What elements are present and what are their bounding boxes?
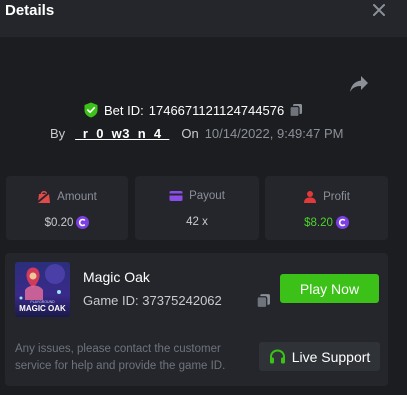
title-bar: Details <box>0 0 407 20</box>
share-icon[interactable] <box>349 75 369 93</box>
headset-icon <box>269 348 285 363</box>
payout-stat: Payout 42 x <box>135 176 259 240</box>
bet-id-row: Bet ID: 1746671121124744576 <box>84 101 303 119</box>
game-name: Magic Oak <box>83 269 150 285</box>
profit-label: Profit <box>323 191 350 203</box>
profit-value: $8.20 <box>304 216 333 229</box>
amount-label: Amount <box>57 191 97 203</box>
on-label: On <box>181 125 199 141</box>
currency-coin-icon <box>335 216 349 229</box>
wallet-icon <box>169 191 183 201</box>
currency-coin-icon <box>76 216 90 229</box>
bet-meta-row: By _r_0_w3_n_4_ On 10/14/2022, 9:49:47 P… <box>50 125 343 141</box>
dialog-title: Details <box>5 2 55 19</box>
payout-value: 42 x <box>186 216 208 228</box>
bet-id-value: 1746671121124744576 <box>148 102 285 118</box>
close-icon[interactable] <box>371 2 387 18</box>
profit-stat: Profit $8.20 <box>265 176 388 240</box>
amount-stat: Amount $0.20 <box>6 176 128 240</box>
game-id: Game ID: 37375242062 <box>83 293 222 308</box>
game-thumbnail[interactable]: PLAYGROUND MAGIC OAK <box>15 262 70 317</box>
shield-check-icon <box>84 102 98 118</box>
thumb-title: MAGIC OAK <box>19 304 66 313</box>
copy-icon[interactable] <box>289 103 303 117</box>
copy-icon[interactable] <box>256 293 271 308</box>
live-support-button[interactable]: Live Support <box>259 342 380 371</box>
live-support-label: Live Support <box>291 348 371 365</box>
bag-icon <box>37 191 51 203</box>
bet-datetime: 10/14/2022, 9:49:47 PM <box>204 125 344 141</box>
amount-value: $0.20 <box>44 216 74 229</box>
play-now-button[interactable]: Play Now <box>280 274 379 303</box>
help-text: Any issues, please contact the customer … <box>15 343 226 372</box>
user-coin-icon <box>304 191 317 203</box>
username-link[interactable]: _r_0_w3_n_4_ <box>75 126 169 141</box>
bet-id-label: Bet ID: <box>104 102 144 118</box>
game-card: PLAYGROUND MAGIC OAK Magic Oak Game ID: … <box>5 253 388 386</box>
by-label: By <box>50 125 66 141</box>
payout-label: Payout <box>189 190 225 202</box>
